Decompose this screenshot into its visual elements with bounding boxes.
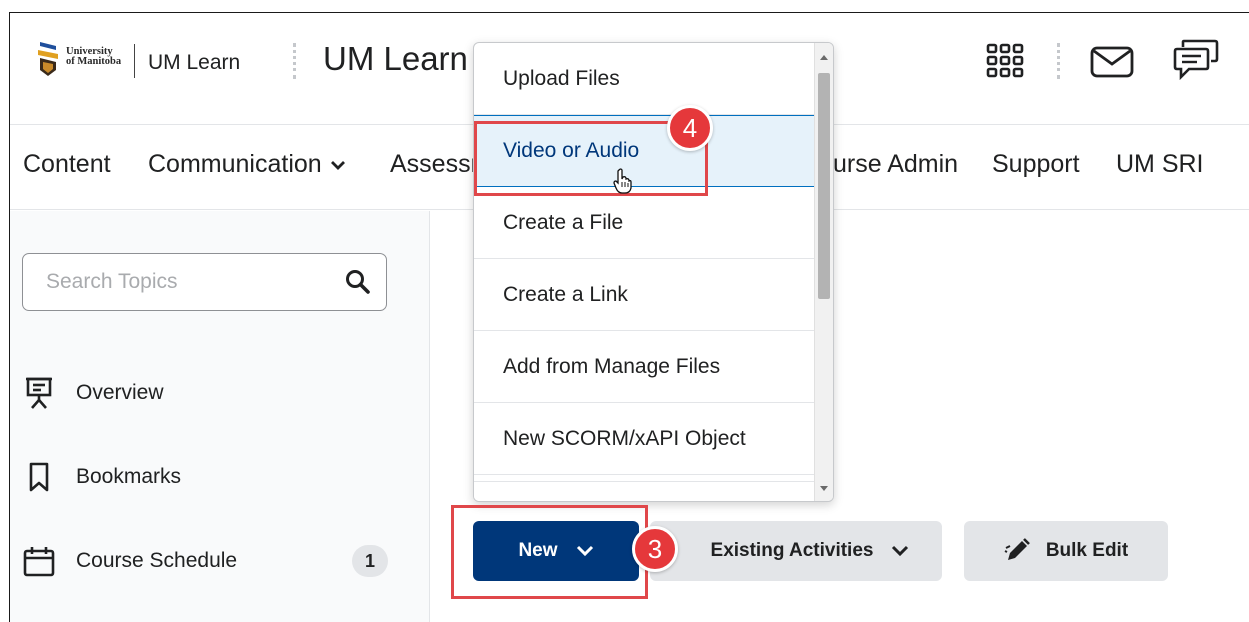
course-title[interactable]: UM Learn xyxy=(323,40,468,78)
scrollbar-thumb[interactable] xyxy=(818,73,830,299)
step-badge-3: 3 xyxy=(632,526,678,572)
menu-item-video-or-audio[interactable]: Video or Audio xyxy=(474,115,815,187)
menu-item-upload-files[interactable]: Upload Files xyxy=(474,43,815,115)
nav-item-label: urse Admin xyxy=(833,150,959,178)
dropdown-list: Upload Files Video or Audio Create a Fil… xyxy=(474,43,815,475)
search-button[interactable] xyxy=(340,264,376,300)
nav-item-label: UM SRI xyxy=(1116,150,1204,178)
nav-item-label: Communication xyxy=(148,150,322,178)
waffle-grid-icon[interactable] xyxy=(986,43,1024,79)
dropdown-next-item-partial xyxy=(474,481,815,501)
nav-item-label: Support xyxy=(992,150,1080,178)
nav-item-course-admin[interactable]: urse Admin xyxy=(833,150,958,179)
step-badge-4: 4 xyxy=(667,105,713,151)
scroll-down-arrow-icon[interactable] xyxy=(820,486,828,491)
pencil-edit-icon xyxy=(1004,538,1030,560)
new-dropdown-menu: Upload Files Video or Audio Create a Fil… xyxy=(473,42,834,502)
university-name: University of Manitoba xyxy=(66,46,122,67)
bookmark-icon xyxy=(29,462,49,492)
sidebar-item-overview[interactable]: Overview xyxy=(22,371,402,415)
bulk-edit-button[interactable]: Bulk Edit xyxy=(964,521,1168,581)
logo-divider xyxy=(134,44,135,78)
nav-item-content[interactable]: Content xyxy=(23,150,111,179)
menu-item-create-a-link[interactable]: Create a Link xyxy=(474,259,815,331)
menu-item-add-from-manage-files[interactable]: Add from Manage Files xyxy=(474,331,815,403)
search-topics-input[interactable] xyxy=(24,255,324,309)
search-icon xyxy=(346,270,370,294)
chat-icon[interactable] xyxy=(1173,39,1219,81)
university-logo-icon xyxy=(38,42,58,76)
presentation-icon xyxy=(26,377,52,409)
calendar-icon xyxy=(23,547,55,577)
menu-item-label: Add from Manage Files xyxy=(503,354,721,378)
nav-item-um-sri[interactable]: UM SRI xyxy=(1116,150,1204,179)
new-button[interactable]: New xyxy=(473,521,639,581)
dropdown-scrollbar[interactable] xyxy=(814,43,833,501)
nav-item-communication[interactable]: Communication xyxy=(148,150,346,179)
hand-cursor-icon xyxy=(613,168,632,194)
chevron-down-icon xyxy=(576,545,593,557)
logo-text-line2: of Manitoba xyxy=(66,56,122,67)
existing-activities-label: Existing Activities xyxy=(710,540,874,561)
sidebar-item-label: Bookmarks xyxy=(76,465,182,488)
menu-item-label: Create a Link xyxy=(503,282,628,306)
bulk-edit-label: Bulk Edit xyxy=(1045,540,1129,561)
search-topics-box xyxy=(22,253,387,311)
sidebar-item-label: Overview xyxy=(76,381,164,404)
header-separator-2 xyxy=(1057,43,1060,79)
new-button-label: New xyxy=(518,540,558,561)
mail-icon[interactable] xyxy=(1090,46,1134,78)
app-name[interactable]: UM Learn xyxy=(148,51,240,75)
sidebar-item-course-schedule[interactable]: Course Schedule 1 xyxy=(22,539,402,583)
menu-item-label: Create a File xyxy=(503,210,624,234)
count-badge: 1 xyxy=(352,545,388,577)
menu-item-label: Video or Audio xyxy=(503,139,640,162)
content-sidebar: Overview Bookmarks xyxy=(10,211,430,622)
scroll-up-arrow-icon[interactable] xyxy=(820,55,828,60)
menu-item-label: New SCORM/xAPI Object xyxy=(503,426,746,450)
menu-item-label: Upload Files xyxy=(503,66,620,90)
menu-item-create-a-file[interactable]: Create a File xyxy=(474,187,815,259)
existing-activities-button[interactable]: Existing Activities xyxy=(650,521,942,581)
header-separator xyxy=(293,43,296,79)
nav-item-label: Content xyxy=(23,150,111,178)
app-window: University of Manitoba UM Learn UM Learn xyxy=(9,12,1249,622)
chevron-down-icon xyxy=(892,545,909,557)
sidebar-item-label: Course Schedule xyxy=(76,549,238,572)
nav-item-support[interactable]: Support xyxy=(992,150,1080,179)
chevron-down-icon xyxy=(330,160,345,170)
menu-item-new-scorm-xapi-object[interactable]: New SCORM/xAPI Object xyxy=(474,403,815,475)
sidebar-item-bookmarks[interactable]: Bookmarks xyxy=(22,455,402,499)
